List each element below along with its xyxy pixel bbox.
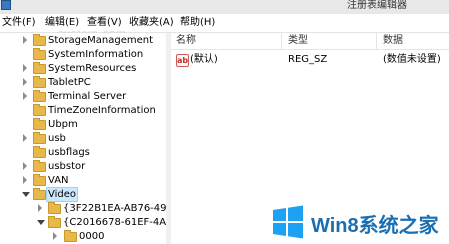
registry-tree[interactable]: StorageManagement SystemInformation Syst… <box>0 33 167 244</box>
folder-icon <box>33 118 46 130</box>
windows-logo-icon <box>271 205 305 239</box>
expand-arrow-icon[interactable] <box>53 232 57 240</box>
tree-item-label: TabletPC <box>48 77 91 88</box>
tree-item-label: Terminal Server <box>48 91 127 102</box>
tree-item-label: SystemInformation <box>48 49 144 60</box>
expand-arrow-icon[interactable] <box>23 134 27 142</box>
folder-icon <box>33 34 46 46</box>
collapse-arrow-icon[interactable] <box>37 220 45 225</box>
folder-icon <box>64 230 77 242</box>
folder-icon <box>33 104 46 116</box>
folder-icon <box>33 90 46 102</box>
tree-item-label: Video <box>45 187 79 202</box>
tree-item-van[interactable]: VAN <box>0 174 166 187</box>
tree-item-terminal-server[interactable]: Terminal Server <box>0 90 166 103</box>
folder-icon <box>33 160 46 172</box>
column-header-data[interactable]: 数据 <box>383 33 403 49</box>
tree-item-label: {C2016678-61EF-4A <box>63 217 167 228</box>
tree-item-video[interactable]: Video <box>0 187 166 202</box>
tree-item-usbstor[interactable]: usbstor <box>0 160 166 173</box>
expand-arrow-icon[interactable] <box>23 36 27 44</box>
header-divider <box>171 49 449 50</box>
tree-item-label: VAN <box>48 175 69 186</box>
tree-item-label: usbstor <box>48 161 86 172</box>
folder-icon <box>33 174 46 186</box>
expand-arrow-icon[interactable] <box>23 162 27 170</box>
regedit-app-icon <box>1 0 11 10</box>
column-header-type[interactable]: 类型 <box>288 33 308 49</box>
column-header-name[interactable]: 名称 <box>176 33 196 49</box>
tree-item-label: 0000 <box>79 231 105 242</box>
folder-icon <box>33 76 46 88</box>
expand-arrow-icon[interactable] <box>23 78 27 86</box>
tree-item-ubpm[interactable]: Ubpm <box>0 118 166 131</box>
folder-icon <box>33 146 46 158</box>
menu-help[interactable]: 帮助(H) <box>180 16 215 30</box>
value-type: REG_SZ <box>288 54 328 65</box>
tree-item-video-subkey-1[interactable]: {3F22B1EA-AB76-49 <box>0 202 166 215</box>
tree-item-systemresources[interactable]: SystemResources <box>0 62 166 75</box>
folder-icon <box>33 62 46 74</box>
title-bar: 注册表编辑器 <box>0 0 449 14</box>
tree-item-systeminformation[interactable]: SystemInformation <box>0 48 166 61</box>
tree-item-label: Ubpm <box>48 119 78 130</box>
tree-item-usbflags[interactable]: usbflags <box>0 146 166 159</box>
string-value-icon: ab <box>176 54 189 67</box>
tree-item-label: StorageManagement <box>48 35 153 46</box>
tree-item-storagemanagement[interactable]: StorageManagement <box>0 34 166 47</box>
tree-item-label: TimeZoneInformation <box>48 105 156 116</box>
tree-item-label: usb <box>48 133 66 144</box>
column-divider[interactable] <box>376 33 377 49</box>
brand-text: Win8系统之家 <box>311 215 439 237</box>
value-name[interactable]: (默认) <box>190 53 218 67</box>
tree-item-timezoneinformation[interactable]: TimeZoneInformation <box>0 104 166 117</box>
tree-item-0000[interactable]: 0000 <box>0 230 166 243</box>
menu-file[interactable]: 文件(F) <box>2 16 36 30</box>
expand-arrow-icon[interactable] <box>23 64 27 72</box>
expand-arrow-icon[interactable] <box>38 204 42 212</box>
tree-item-tabletpc[interactable]: TabletPC <box>0 76 166 89</box>
menu-bar: 文件(F) 编辑(E) 查看(V) 收藏夹(A) 帮助(H) system.co… <box>0 14 449 40</box>
tree-item-video-subkey-2[interactable]: {C2016678-61EF-4A <box>0 216 166 229</box>
tree-item-label: {3F22B1EA-AB76-49 <box>63 203 167 214</box>
folder-icon <box>33 48 46 60</box>
open-folder-icon <box>48 216 61 228</box>
menu-favorites[interactable]: 收藏夹(A) <box>129 16 174 30</box>
tree-item-label: SystemResources <box>48 63 137 74</box>
folder-icon <box>48 202 61 214</box>
expand-arrow-icon[interactable] <box>23 176 27 184</box>
expand-arrow-icon[interactable] <box>23 92 27 100</box>
value-data: (数值未设置) <box>383 54 441 65</box>
open-folder-icon <box>33 188 46 200</box>
site-watermark: Win8系统之家 <box>271 200 449 244</box>
folder-icon <box>33 132 46 144</box>
collapse-arrow-icon[interactable] <box>22 192 30 197</box>
tree-item-label: usbflags <box>48 147 90 158</box>
window-title: 注册表编辑器 <box>347 0 407 11</box>
column-divider[interactable] <box>281 33 282 49</box>
tree-item-usb[interactable]: usb <box>0 132 166 145</box>
